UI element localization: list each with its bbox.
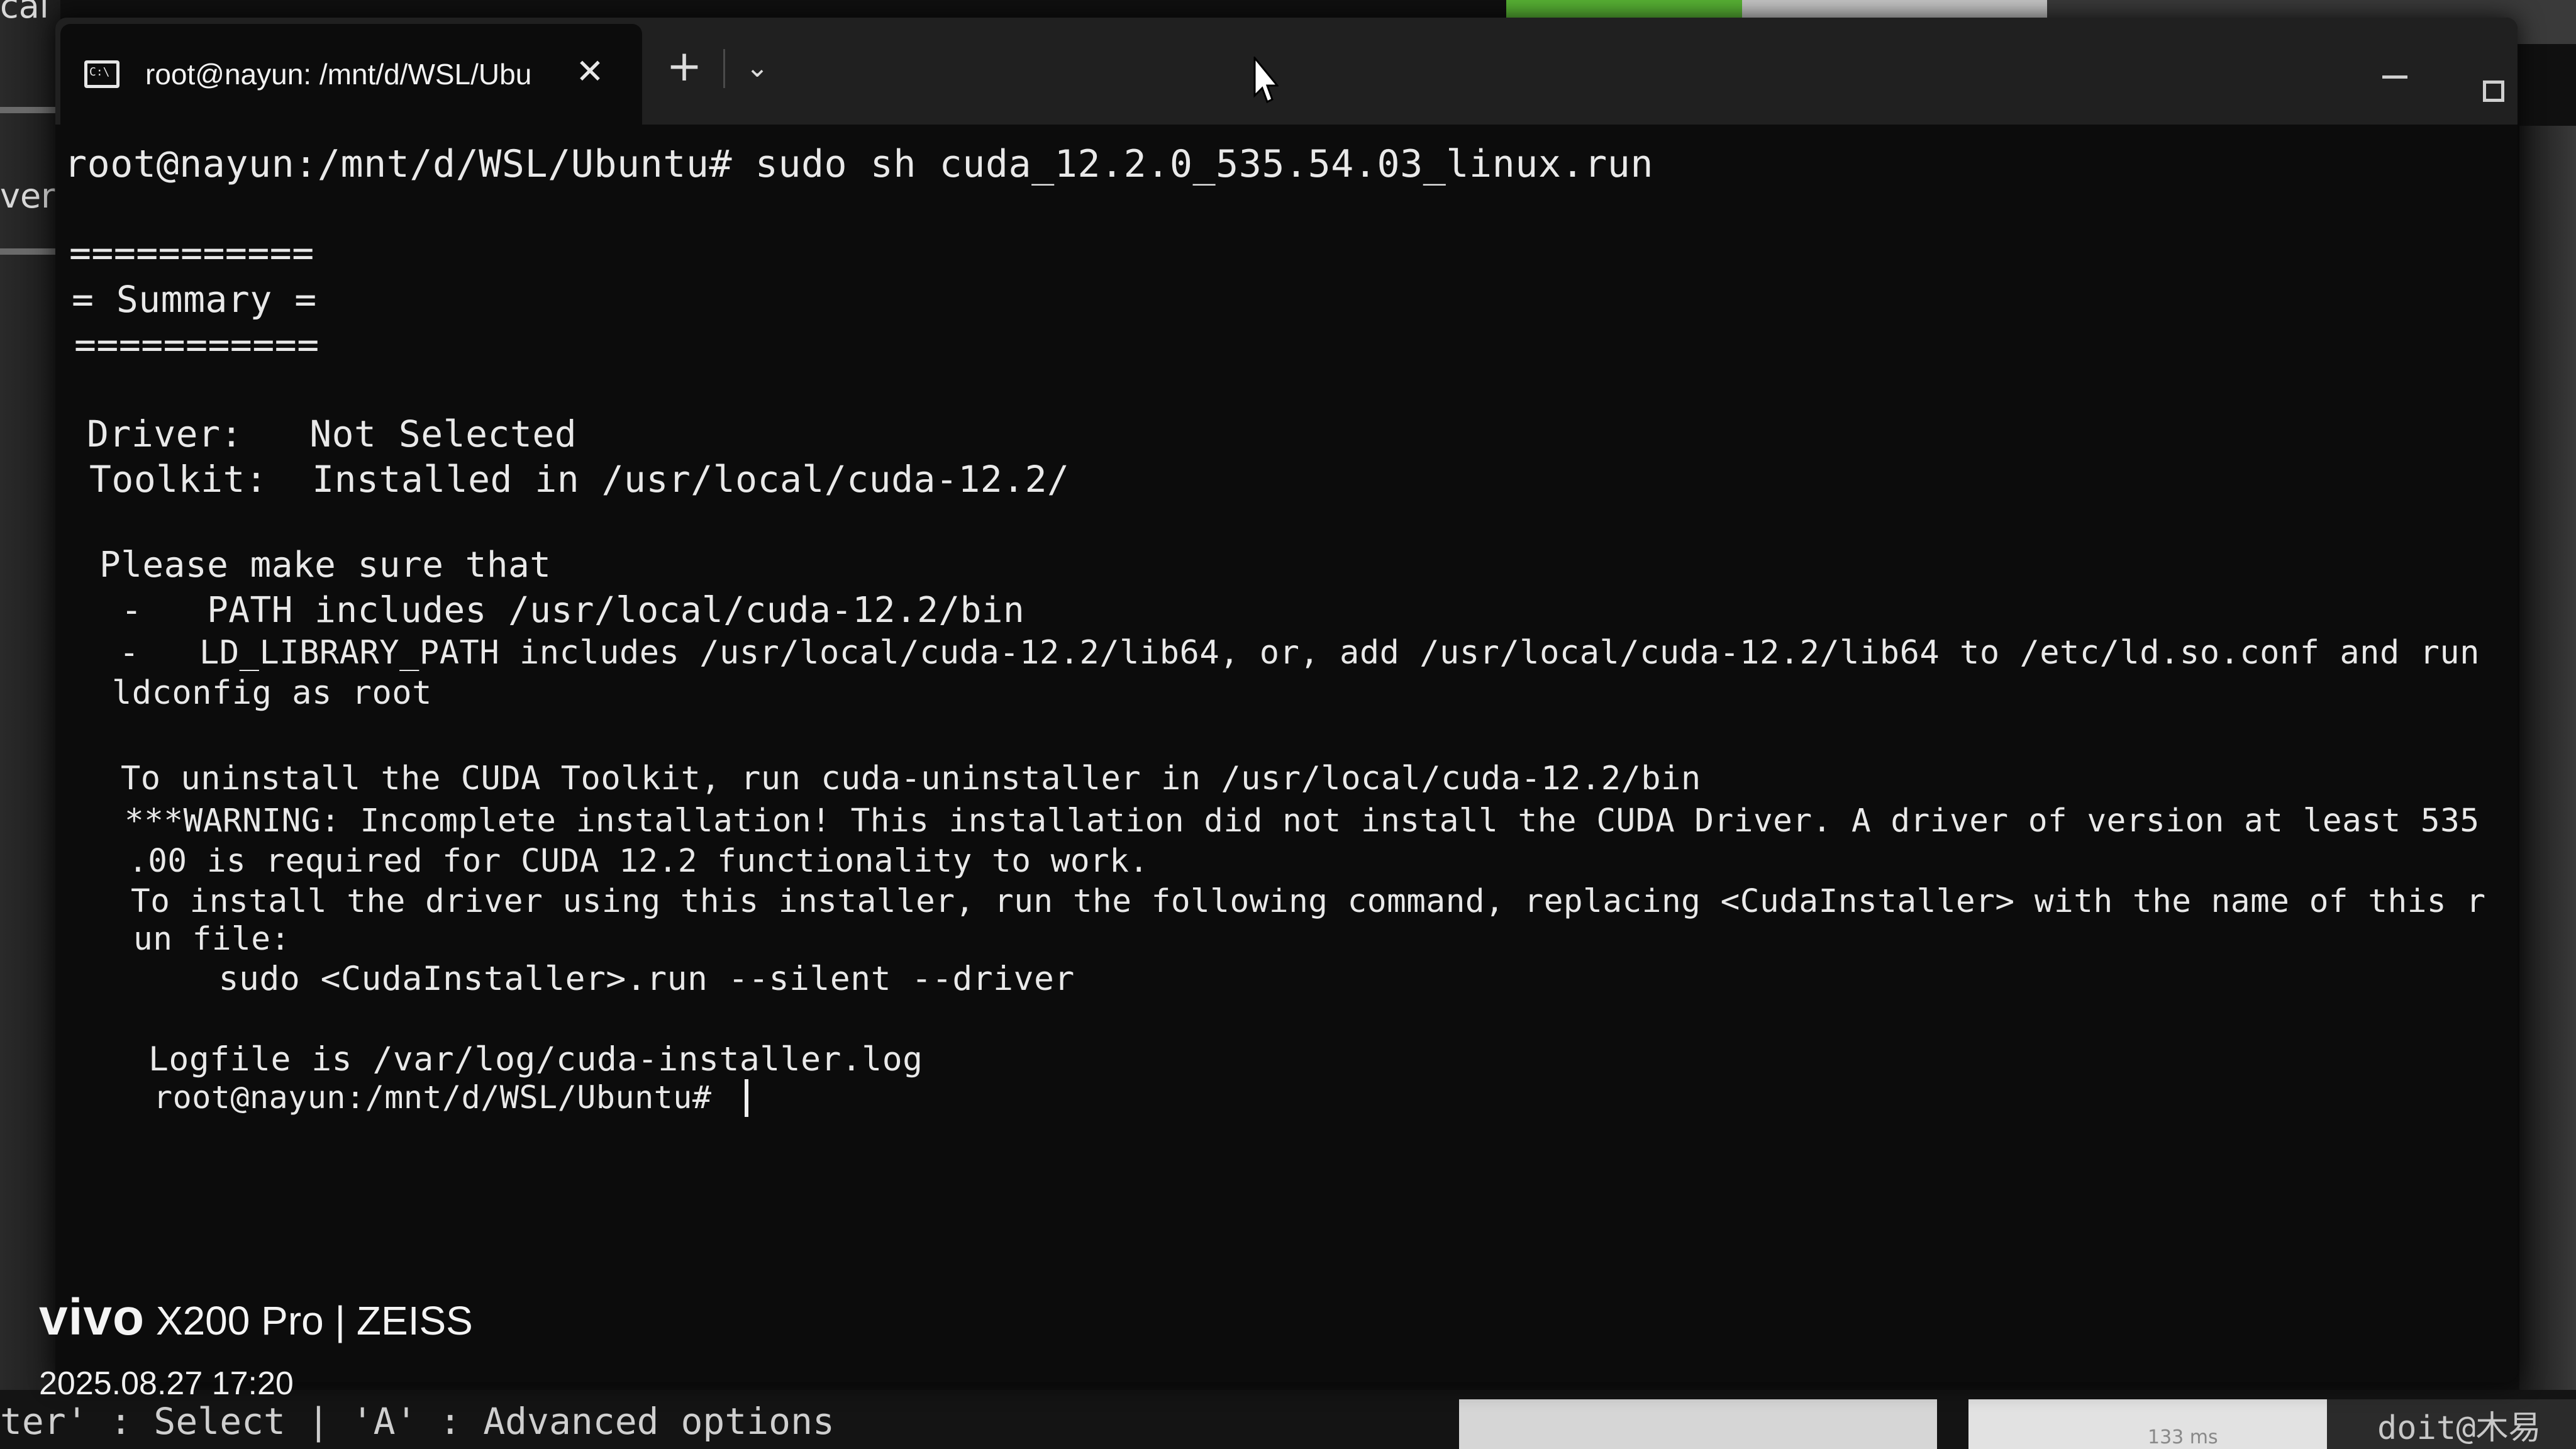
terminal-icon: C:\: [84, 60, 119, 88]
logfile-line: Logfile is /var/log/cuda-installer.log: [148, 1040, 923, 1079]
warning-line: .00 is required for CUDA 12.2 functional…: [128, 843, 1149, 880]
photo-stage: cal ver ter' : Select | 'A' : Advanced o…: [0, 0, 2576, 1449]
chevron-down-icon[interactable]: ⌄: [735, 43, 780, 93]
driver-status: Driver: Not Selected: [87, 413, 577, 455]
output-line: - PATH includes /usr/local/cuda-12.2/bin: [99, 590, 1025, 631]
minimize-button[interactable]: [2382, 75, 2407, 79]
background-divider: [0, 248, 57, 255]
output-line: To install the driver using this install…: [131, 883, 2486, 920]
output-line: - LD_LIBRARY_PATH includes /usr/local/cu…: [99, 634, 2480, 672]
tab-terminal[interactable]: C:\ root@nayun: /mnt/d/WSL/Ubu ✕: [60, 24, 642, 125]
output-line: Please make sure that: [99, 545, 552, 586]
toolkit-status: Toolkit: Installed in /usr/local/cuda-12…: [89, 458, 1070, 501]
summary-border: ===========: [74, 323, 319, 366]
watermark-text: doit@木易: [2377, 1409, 2541, 1447]
camera-model: X200 Pro | ZEISS: [145, 1298, 473, 1343]
summary-border: ===========: [69, 231, 314, 274]
warning-line: ***WARNING: Incomplete installation! Thi…: [125, 802, 2480, 840]
prompt-line: root@nayun:/mnt/d/WSL/Ubuntu#: [153, 1079, 731, 1116]
background-bottom-panel: [1459, 1399, 1937, 1449]
camera-datetime: 2025.08.27 17:20: [39, 1365, 294, 1402]
mouse-cursor-icon: [1253, 57, 1279, 104]
summary-heading: = Summary =: [72, 278, 317, 321]
output-line: To uninstall the CUDA Toolkit, run cuda-…: [121, 760, 1701, 797]
output-line: ldconfig as root: [112, 674, 432, 712]
background-divider: [0, 107, 57, 113]
background-latency-text: 133 ms: [2148, 1426, 2218, 1448]
terminal-window: C:\ root@nayun: /mnt/d/WSL/Ubu ✕ + ⌄ roo…: [55, 18, 2518, 1382]
tab-title: root@nayun: /mnt/d/WSL/Ubu: [145, 58, 532, 91]
background-left-label: ver: [0, 176, 55, 216]
tab-separator: [723, 49, 725, 88]
close-icon[interactable]: ✕: [570, 52, 610, 92]
background-right-edge: [2519, 126, 2576, 1449]
new-tab-button[interactable]: +: [659, 42, 709, 92]
background-window-left: [0, 0, 60, 1449]
terminal-output[interactable]: root@nayun:/mnt/d/WSL/Ubuntu# sudo sh cu…: [55, 125, 2518, 1382]
command-line: root@nayun:/mnt/d/WSL/Ubuntu# sudo sh cu…: [64, 142, 1653, 186]
background-installer-hint: ter' : Select | 'A' : Advanced options: [0, 1400, 835, 1443]
text-cursor: [745, 1079, 748, 1117]
camera-watermark: vivo X200 Pro | ZEISS: [39, 1289, 473, 1346]
output-line: un file:: [133, 921, 291, 958]
title-bar: C:\ root@nayun: /mnt/d/WSL/Ubu ✕ + ⌄: [55, 18, 2518, 125]
camera-brand: vivo: [39, 1289, 145, 1346]
background-left-label-top: cal: [0, 0, 49, 26]
driver-install-command: sudo <CudaInstaller>.run --silent --driv…: [137, 960, 1075, 998]
maximize-button[interactable]: [2483, 80, 2504, 102]
